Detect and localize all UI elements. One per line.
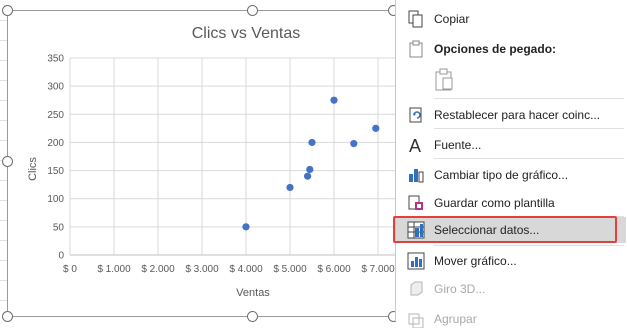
menu-label-font: Fuente... <box>434 138 482 152</box>
move-chart-icon <box>406 251 426 271</box>
menu-separator <box>434 158 624 159</box>
font-icon: A <box>406 135 426 155</box>
resize-handle-left-middle[interactable] <box>2 156 13 167</box>
menu-separator <box>434 245 624 246</box>
y-tick-label: 250 <box>47 110 64 121</box>
data-point[interactable] <box>308 138 316 147</box>
y-tick-label: 50 <box>53 222 65 233</box>
y-tick-label: 100 <box>47 194 64 205</box>
menu-label-3d-rotation: Giro 3D... <box>434 282 486 296</box>
y-tick-label: 300 <box>47 82 64 93</box>
menu-separator <box>434 128 624 129</box>
chart-title: Clics vs Ventas <box>192 25 300 42</box>
resize-handle-bottom-middle[interactable] <box>247 311 258 322</box>
x-tick-label: $ 6.000 <box>317 264 351 275</box>
reset-style-icon <box>406 105 426 125</box>
x-tick-label: $ 4.000 <box>229 264 263 275</box>
x-tick-label: $ 3.000 <box>185 264 219 275</box>
paste-option-button[interactable] <box>396 66 626 94</box>
resize-handle-top-left[interactable] <box>2 5 13 16</box>
svg-text:A: A <box>409 136 421 154</box>
menu-label-reset-style: Restablecer para hacer coinc... <box>434 108 601 122</box>
group-icon <box>406 309 426 329</box>
menu-label-paste-options: Opciones de pegado: <box>434 42 557 56</box>
menu-item-reset-style[interactable]: Restablecer para hacer coinc... <box>396 102 626 128</box>
y-tick-label: 0 <box>58 251 64 262</box>
data-point[interactable] <box>286 183 294 192</box>
y-tick-label: 150 <box>47 166 64 177</box>
context-menu: Copiar Opciones de pegado: Restablecer p… <box>395 0 627 328</box>
y-axis-label: Clics <box>27 157 39 181</box>
x-axis-ticks: $ 0 $ 1.000 $ 2.000 $ 3.000 $ 4.000 $ 5.000 $ … <box>63 264 395 275</box>
clipboard-icon <box>432 68 456 92</box>
data-point[interactable] <box>242 223 250 231</box>
x-tick-label: $ 0 <box>63 264 77 275</box>
data-point[interactable] <box>350 139 358 148</box>
menu-label-save-template: Guardar como plantilla <box>434 196 555 210</box>
data-point[interactable] <box>372 124 380 132</box>
x-axis-label: Ventas <box>236 287 270 299</box>
paste-icon <box>406 39 426 59</box>
copy-icon <box>406 9 426 29</box>
menu-item-copy[interactable]: Copiar <box>396 6 626 32</box>
save-template-icon <box>406 193 426 213</box>
menu-item-paste-options: Opciones de pegado: <box>396 36 626 62</box>
menu-item-font[interactable]: A Fuente... <box>396 132 626 158</box>
menu-item-group[interactable]: Agrupar <box>396 306 626 332</box>
data-point[interactable] <box>330 96 338 104</box>
x-tick-label: $ 1.000 <box>97 264 131 275</box>
menu-item-change-chart-type[interactable]: Cambiar tipo de gráfico... <box>396 162 626 188</box>
resize-handle-bottom-left[interactable] <box>2 311 13 322</box>
y-axis-ticks: 0 50 100 150 200 250 300 350 <box>47 54 64 262</box>
x-tick-label: $ 5.000 <box>273 264 307 275</box>
highlight-box <box>393 216 617 243</box>
data-point[interactable] <box>306 165 314 174</box>
resize-handle-top-middle[interactable] <box>247 5 258 16</box>
menu-item-3d-rotation[interactable]: Giro 3D... <box>396 276 626 302</box>
menu-item-save-template[interactable]: Guardar como plantilla <box>396 190 626 216</box>
menu-label-change-chart-type: Cambiar tipo de gráfico... <box>434 168 569 182</box>
menu-separator <box>434 98 624 99</box>
y-tick-label: 350 <box>47 54 64 65</box>
y-tick-label: 200 <box>47 138 64 149</box>
chart-type-icon <box>406 165 426 185</box>
menu-label-move-chart: Mover gráfico... <box>434 254 517 268</box>
menu-item-move-chart[interactable]: Mover gráfico... <box>396 248 626 274</box>
data-series <box>242 96 380 231</box>
menu-label-group: Agrupar <box>434 312 477 326</box>
rotate-3d-icon <box>406 279 426 299</box>
x-tick-label: $ 2.000 <box>141 264 175 275</box>
chart-gridlines <box>69 57 398 256</box>
data-point[interactable] <box>304 172 312 180</box>
menu-label-copy: Copiar <box>434 12 470 26</box>
x-tick-label: $ 7.000 <box>361 264 395 275</box>
